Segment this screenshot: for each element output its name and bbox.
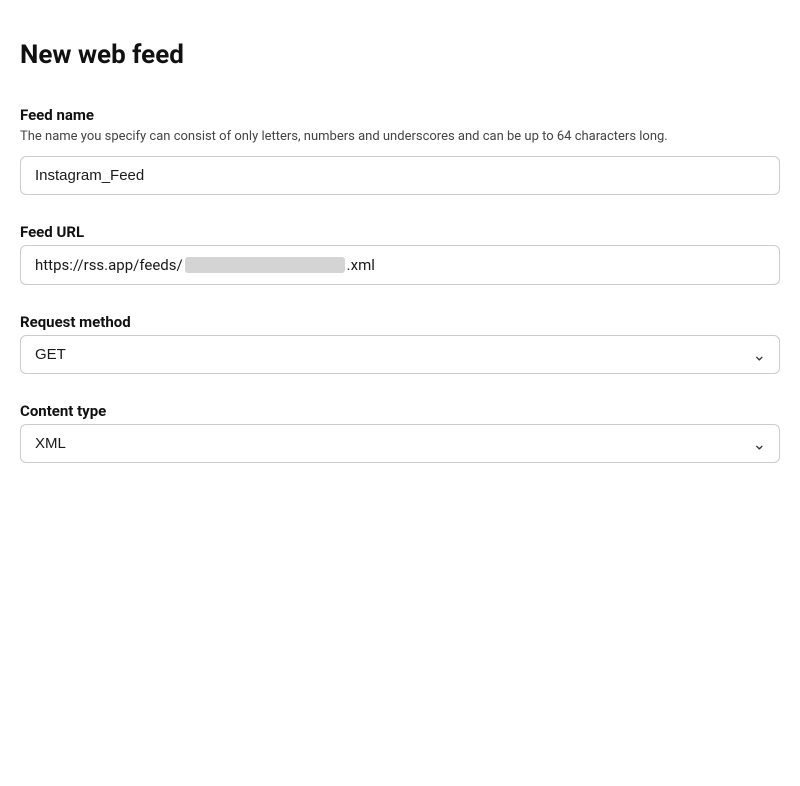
url-prefix: https://rss.app/feeds/: [35, 256, 183, 274]
content-type-wrapper: XML JSON HTML TEXT ⌄: [20, 424, 780, 463]
request-method-section: Request method GET POST PUT DELETE PATCH…: [20, 313, 780, 374]
feed-name-description: The name you specify can consist of only…: [20, 128, 780, 146]
feed-url-section: Feed URL https://rss.app/feeds/ .xml: [20, 223, 780, 285]
page-title: New web feed: [20, 40, 780, 70]
content-type-select[interactable]: XML JSON HTML TEXT: [20, 424, 780, 463]
content-type-section: Content type XML JSON HTML TEXT ⌄: [20, 402, 780, 463]
request-method-label: Request method: [20, 313, 780, 331]
feed-url-display[interactable]: https://rss.app/feeds/ .xml: [20, 245, 780, 285]
url-redacted-segment: [185, 257, 345, 273]
url-suffix: .xml: [347, 256, 375, 274]
request-method-select[interactable]: GET POST PUT DELETE PATCH: [20, 335, 780, 374]
content-type-label: Content type: [20, 402, 780, 420]
feed-name-section: Feed name The name you specify can consi…: [20, 106, 780, 195]
feed-name-label: Feed name: [20, 106, 780, 124]
feed-name-input[interactable]: [20, 156, 780, 195]
request-method-wrapper: GET POST PUT DELETE PATCH ⌄: [20, 335, 780, 374]
feed-url-label: Feed URL: [20, 223, 780, 241]
